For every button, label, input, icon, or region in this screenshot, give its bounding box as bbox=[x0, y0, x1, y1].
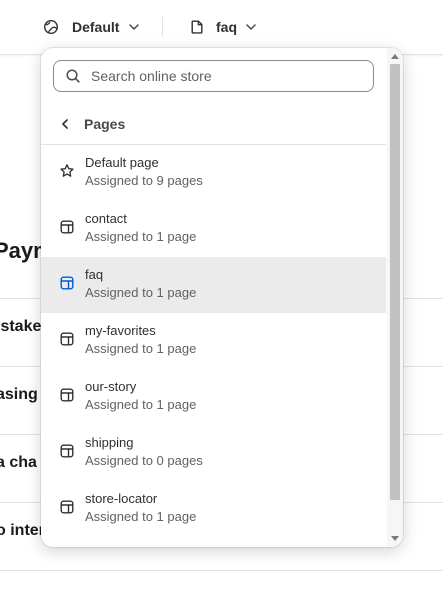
list-item-name: contact bbox=[85, 211, 127, 226]
chevron-down-icon bbox=[246, 24, 256, 30]
list-item[interactable]: Default page Assigned to 9 pages bbox=[41, 145, 386, 201]
back-to-pages-button[interactable]: Pages bbox=[41, 104, 386, 145]
list-item[interactable]: faq Assigned to 1 page bbox=[41, 257, 386, 313]
list-item-assignment: Assigned to 0 pages bbox=[85, 453, 203, 468]
list-item-assignment: Assigned to 1 page bbox=[85, 397, 197, 412]
search-field[interactable] bbox=[53, 60, 374, 92]
list-item-assignment: Assigned to 9 pages bbox=[85, 173, 203, 188]
list-item[interactable]: our-story Assigned to 1 page bbox=[41, 369, 386, 425]
template-icon bbox=[60, 500, 74, 514]
background-row-text: istake bbox=[0, 318, 42, 335]
search-input[interactable] bbox=[91, 68, 351, 84]
top-bar: Default faq bbox=[0, 0, 443, 55]
page-picker-popover: Pages Default page Assigned to 9 pages c… bbox=[41, 48, 403, 547]
list-item-name: my-favorites bbox=[85, 323, 156, 338]
list-item-name: faq bbox=[85, 267, 104, 282]
list-item[interactable]: my-favorites Assigned to 1 page bbox=[41, 313, 386, 369]
page-selector[interactable]: faq bbox=[189, 17, 258, 37]
star-icon bbox=[60, 164, 74, 177]
template-icon bbox=[60, 276, 74, 290]
list-item[interactable]: shipping Assigned to 0 pages bbox=[41, 425, 386, 481]
list-item[interactable]: contact Assigned to 1 page bbox=[41, 201, 386, 257]
scroll-up-arrow-icon[interactable] bbox=[391, 54, 399, 59]
list-item-name: our-story bbox=[85, 379, 137, 394]
list-item-name: Default page bbox=[85, 155, 159, 170]
template-icon bbox=[60, 220, 74, 234]
scroll-down-arrow-icon[interactable] bbox=[391, 536, 399, 541]
divider bbox=[162, 17, 163, 37]
list-item[interactable]: store-locator Assigned to 1 page bbox=[41, 481, 386, 537]
template-icon bbox=[60, 388, 74, 402]
back-row-label: Pages bbox=[84, 116, 126, 132]
template-icon bbox=[60, 444, 74, 458]
background-row-text: asing bbox=[0, 386, 38, 403]
list-item-assignment: Assigned to 1 page bbox=[85, 229, 197, 244]
list-item-assignment: Assigned to 1 page bbox=[85, 285, 197, 300]
background-row-text: a cha bbox=[0, 454, 37, 471]
page-template-list: Default page Assigned to 9 pages contact… bbox=[41, 145, 386, 537]
list-item-assignment: Assigned to 1 page bbox=[85, 509, 197, 524]
theme-selector-label: Default bbox=[72, 19, 120, 35]
scrollbar-thumb[interactable] bbox=[390, 64, 400, 500]
globe-icon bbox=[43, 19, 59, 35]
chevron-left-icon bbox=[62, 119, 68, 129]
list-item-name: store-locator bbox=[85, 491, 158, 506]
list-item-name: shipping bbox=[85, 435, 134, 450]
list-item-assignment: Assigned to 1 page bbox=[85, 341, 197, 356]
divider bbox=[0, 570, 443, 571]
search-icon bbox=[66, 69, 80, 83]
scrollbar[interactable] bbox=[387, 48, 403, 547]
theme-selector[interactable]: Default bbox=[43, 17, 141, 37]
chevron-down-icon bbox=[129, 24, 140, 30]
page-icon bbox=[191, 20, 203, 34]
page-selector-label: faq bbox=[216, 19, 237, 35]
background-row-text: o inter bbox=[0, 522, 45, 539]
template-icon bbox=[60, 332, 74, 346]
